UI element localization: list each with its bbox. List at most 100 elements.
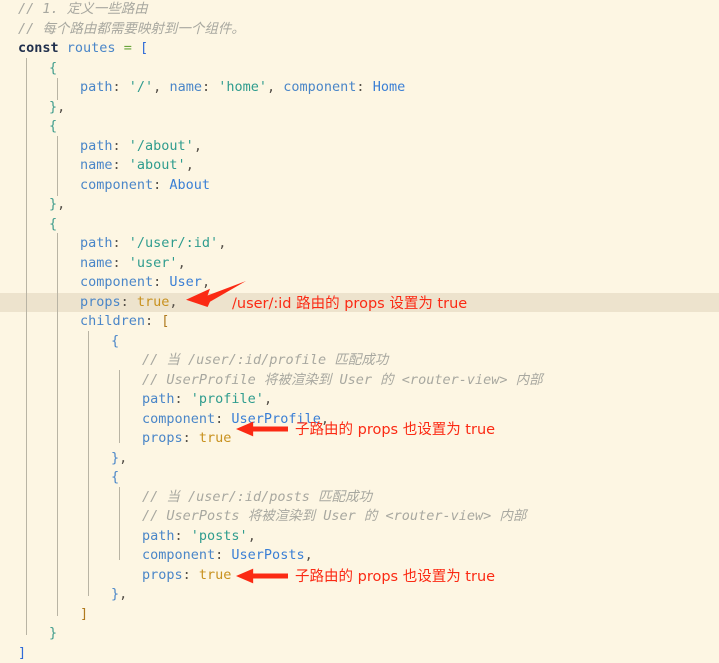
annotation-arrow-icon [236,568,288,584]
code-line: ] [0,644,719,663]
code-line: children: [ [0,312,719,332]
code-token: true [199,567,232,583]
code-line-text: // UserProfile 将被渲染到 User 的 <router-view… [0,371,543,391]
code-line: }, [0,449,719,469]
code-token: true [137,294,170,310]
code-line-text: path: 'profile', [0,390,272,410]
code-token: { [49,118,57,134]
code-token: component [80,177,153,193]
code-line-text: // UserPosts 将被渲染到 User 的 <router-view> … [0,507,526,527]
code-token: component [142,411,215,427]
code-token: , [57,99,65,115]
code-line: }, [0,98,719,118]
code-token: 'home' [218,79,267,95]
code-line-text: component: UserPosts, [0,546,313,566]
code-token: : [183,567,199,583]
code-token: props [80,294,121,310]
code-token: , [194,138,202,154]
code-token: : [215,411,231,427]
code-token: : [153,274,169,290]
code-snippet-screenshot: // 1. 定义一些路由 // 每个路由都需要映射到一个组件。const rout… [0,0,719,652]
code-line: const routes = [ [0,39,719,59]
code-line-text: }, [0,195,65,215]
code-token: // UserProfile 将被渲染到 User 的 <router-view… [142,372,543,388]
code-token: , [57,196,65,212]
code-token: 'posts' [191,528,248,544]
code-token: : [113,157,129,173]
annotation-arrow-icon [236,421,288,437]
code-token: } [49,625,57,641]
code-token: path [142,528,175,544]
code-token: ] [18,645,26,661]
code-line-text: }, [0,585,127,605]
code-line: name: 'user', [0,254,719,274]
code-line-text: // 1. 定义一些路由 [0,0,148,20]
code-line-text: props: true, [0,293,178,313]
code-line-text: // 当 /user/:id/posts 匹配成功 [0,488,372,508]
code-line: path: 'profile', [0,390,719,410]
code-line-text: // 每个路由都需要映射到一个组件。 [0,20,245,40]
code-line: } [0,624,719,644]
code-line: component: User, [0,273,719,293]
code-token: : [183,430,199,446]
code-block: // 1. 定义一些路由 // 每个路由都需要映射到一个组件。const rout… [0,0,719,652]
code-line: path: '/about', [0,137,719,157]
code-token: 'about' [129,157,186,173]
code-token: : [153,177,169,193]
code-token: , [119,450,127,466]
code-token: , [305,547,313,563]
code-token: , [267,79,283,95]
code-token: : [356,79,372,95]
code-token: // 当 /user/:id/profile 匹配成功 [142,352,388,368]
code-token: , [264,391,272,407]
code-line-text: children: [ [0,312,169,332]
code-token: : [121,294,137,310]
code-line-text: { [0,332,119,352]
code-token: : [175,528,191,544]
code-token: routes [67,40,116,56]
code-line-text: { [0,215,57,235]
code-line-text: path: '/user/:id', [0,234,226,254]
code-token: } [111,450,119,466]
code-token: name [80,157,113,173]
code-token: // UserPosts 将被渲染到 User 的 <router-view> … [142,508,526,524]
code-line-text: name: 'user', [0,254,186,274]
code-token [116,40,124,56]
code-token: props [142,567,183,583]
code-line-text: props: true [0,429,231,449]
code-line: component: UserPosts, [0,546,719,566]
code-token [59,40,67,56]
code-token: { [111,469,119,485]
code-line: { [0,332,719,352]
code-token: } [49,196,57,212]
code-token: props [142,430,183,446]
code-token: } [49,99,57,115]
code-token: '/about' [129,138,194,154]
code-token: , [248,528,256,544]
code-line-text: path: '/', name: 'home', component: Home [0,78,405,98]
code-token: [ [140,40,148,56]
code-token: path [142,391,175,407]
code-token: UserPosts [231,547,304,563]
code-line-text: }, [0,98,65,118]
code-line: ] [0,605,719,625]
code-line-text: // 当 /user/:id/profile 匹配成功 [0,351,388,371]
code-line-text: props: true [0,566,231,586]
code-token: // 1. 定义一些路由 [18,1,148,17]
code-line-text: { [0,468,119,488]
code-line: path: 'posts', [0,527,719,547]
code-token: : [113,235,129,251]
code-token: : [113,79,129,95]
code-line: path: '/user/:id', [0,234,719,254]
code-token: = [124,40,132,56]
code-line: { [0,117,719,137]
code-token: } [111,586,119,602]
code-token: , [119,586,127,602]
code-token: , [186,157,194,173]
code-token: path [80,235,113,251]
code-token: component [283,79,356,95]
code-line: // UserPosts 将被渲染到 User 的 <router-view> … [0,507,719,527]
code-line-text: path: '/about', [0,137,202,157]
code-line: name: 'about', [0,156,719,176]
code-line: component: About [0,176,719,196]
